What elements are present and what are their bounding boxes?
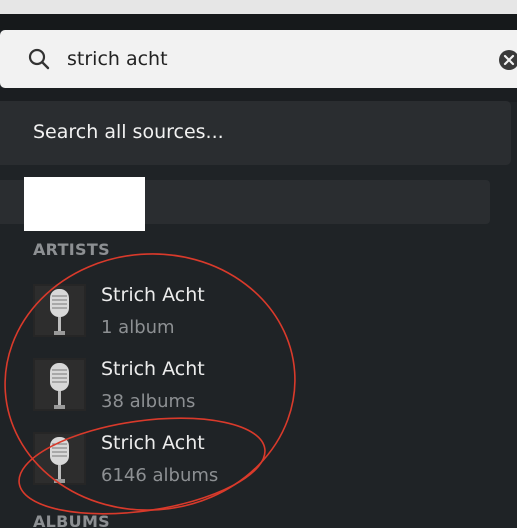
- microphone-icon: [33, 432, 86, 485]
- search-all-sources-button[interactable]: Search all sources...: [0, 101, 511, 165]
- artist-name: Strich Acht: [101, 432, 205, 454]
- artists-section-header: ARTISTS: [33, 240, 110, 259]
- clear-icon[interactable]: [498, 49, 517, 71]
- microphone-icon: [33, 358, 86, 411]
- search-box[interactable]: [0, 30, 517, 88]
- artist-album-count: 1 album: [101, 317, 175, 338]
- albums-section-header: ALBUMS: [33, 512, 111, 528]
- artist-thumbnail: [33, 358, 86, 411]
- search-input[interactable]: [67, 44, 467, 74]
- search-results-page: Search all sources... ARTISTS Strich Ach…: [0, 0, 517, 528]
- divider: [0, 88, 517, 102]
- artist-thumbnail: [33, 284, 86, 337]
- artist-result-item[interactable]: Strich Acht 6146 albums: [0, 432, 517, 494]
- artist-result-item[interactable]: Strich Acht 38 albums: [0, 358, 517, 420]
- header-bar: [0, 14, 517, 30]
- artist-result-item[interactable]: Strich Acht 1 album: [0, 284, 517, 346]
- artist-thumbnail: [33, 432, 86, 485]
- microphone-icon: [33, 284, 86, 337]
- top-strip: [0, 0, 517, 14]
- redacted-region: [24, 177, 145, 231]
- search-all-sources-label: Search all sources...: [33, 121, 224, 143]
- artist-album-count: 38 albums: [101, 391, 196, 412]
- artist-name: Strich Acht: [101, 284, 205, 306]
- search-icon[interactable]: [27, 47, 51, 71]
- artist-album-count: 6146 albums: [101, 465, 219, 486]
- artist-name: Strich Acht: [101, 358, 205, 380]
